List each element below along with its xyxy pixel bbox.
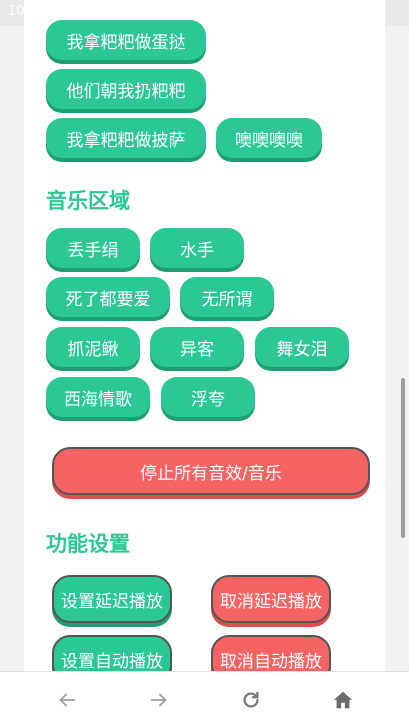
- set-auto-play-button[interactable]: 设置自动播放: [52, 635, 172, 672]
- sound-tag-3[interactable]: 我拿粑粑做披萨: [46, 118, 206, 158]
- back-arrow-icon[interactable]: [42, 672, 92, 727]
- music-item-wunvlei[interactable]: 舞女泪: [255, 327, 349, 367]
- sound-tag-2[interactable]: 他们朝我扔粑粑: [46, 69, 206, 109]
- forward-arrow-icon[interactable]: [134, 672, 184, 727]
- home-icon[interactable]: [318, 672, 368, 727]
- music-item-xihaiqingge[interactable]: 西海情歌: [46, 377, 150, 417]
- content-card[interactable]: 我拿粑粑做蛋挞 他们朝我扔粑粑 我拿粑粑做披萨 噢噢噢噢 音乐区域 丢手绢 水手…: [24, 0, 385, 672]
- cancel-delay-play-button[interactable]: 取消延迟播放: [211, 575, 331, 623]
- music-item-diushoujuan[interactable]: 丢手绢: [46, 228, 140, 268]
- music-item-shuishou[interactable]: 水手: [150, 228, 244, 268]
- sound-tag-4[interactable]: 噢噢噢噢: [216, 118, 322, 158]
- music-item-zhuaniqiu[interactable]: 抓泥鳅: [46, 327, 140, 367]
- function-section-title: 功能设置: [46, 532, 130, 556]
- music-item-yike[interactable]: 异客: [150, 327, 244, 367]
- scrollbar[interactable]: [401, 378, 405, 538]
- bottom-navigation-bar: [0, 671, 409, 727]
- stop-all-button[interactable]: 停止所有音效/音乐: [52, 447, 370, 495]
- set-delay-play-button[interactable]: 设置延迟播放: [52, 575, 172, 623]
- music-section-title: 音乐区域: [46, 189, 130, 213]
- music-item-silelduyaoai[interactable]: 死了都要爱: [46, 277, 170, 317]
- reload-icon[interactable]: [226, 672, 276, 727]
- music-item-fukua[interactable]: 浮夸: [161, 377, 255, 417]
- sound-tag-1[interactable]: 我拿粑粑做蛋挞: [46, 20, 206, 60]
- cancel-auto-play-button[interactable]: 取消自动播放: [211, 635, 331, 672]
- music-item-wusuowei[interactable]: 无所谓: [180, 277, 274, 317]
